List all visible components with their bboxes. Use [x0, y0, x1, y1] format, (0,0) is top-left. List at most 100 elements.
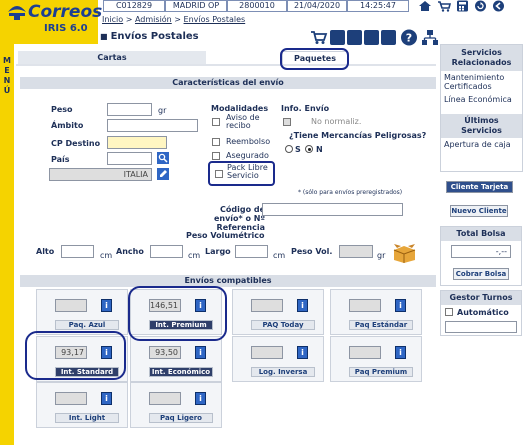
servicios-panel: Servicios Relacionados Mantenimiento Cer… [440, 44, 523, 172]
ancho-unit: cm [188, 251, 201, 260]
product-cell: i PAQ Today [232, 289, 324, 335]
product-button[interactable]: Paq. Azul [55, 320, 119, 330]
info-envio-title: Info. Envío [281, 104, 330, 113]
label-icon[interactable] [381, 30, 396, 45]
search-icon[interactable] [157, 152, 169, 164]
product-button[interactable]: Paq Ligero [149, 413, 213, 423]
page-title-text: Envíos Postales [110, 31, 199, 42]
search-document-icon[interactable] [364, 30, 379, 45]
home-icon[interactable] [418, 0, 432, 12]
collapse-icon[interactable]: ■ [100, 32, 108, 41]
info-icon[interactable]: i [297, 346, 308, 359]
product-button[interactable]: Log. Inversa [251, 367, 315, 377]
org-chart-icon[interactable] [421, 29, 439, 46]
product-cell: i Log. Inversa [232, 336, 324, 382]
info-icon[interactable]: i [395, 299, 406, 312]
brand-version: IRIS 6.0 [44, 23, 88, 34]
modalidades-title: Modalidades [211, 104, 269, 113]
link-mantenimiento[interactable]: Mantenimiento Certificados [441, 71, 522, 93]
annotation-ring [128, 286, 227, 341]
menu-letter: Ú [3, 86, 11, 95]
radio-no[interactable] [305, 145, 313, 153]
product-button[interactable]: Int. Económico [149, 367, 213, 377]
nuevo-cliente-button[interactable]: Nuevo Cliente [450, 205, 508, 217]
mercancias-question: ¿Tiene Mercancías Peligrosas? [289, 131, 427, 140]
radio-si-label: S [295, 145, 301, 154]
cart-add-icon[interactable] [310, 29, 328, 45]
tabs-divider [16, 64, 436, 66]
radio-si[interactable] [285, 145, 293, 153]
info-icon[interactable]: i [101, 299, 112, 312]
codigo-envio-input[interactable] [262, 203, 403, 216]
breadcrumb-inicio[interactable]: Inicio [102, 15, 123, 24]
current-date: 21/04/2020 [287, 0, 347, 12]
cart-icon[interactable] [437, 0, 451, 12]
no-normaliz-checkbox[interactable] [283, 118, 291, 126]
cliente-tarjeta-button[interactable]: Cliente Tarjeta [446, 181, 513, 193]
alto-input[interactable] [61, 245, 94, 258]
checklist-icon[interactable] [330, 30, 345, 45]
annotation-ring [208, 161, 275, 186]
info-icon[interactable]: i [195, 346, 206, 359]
reembolso-checkbox[interactable] [212, 138, 220, 146]
package-icon[interactable] [392, 242, 417, 264]
menu-letter: E [4, 66, 10, 75]
product-price [55, 299, 87, 312]
info-icon[interactable]: i [395, 346, 406, 359]
ultimos-title: Últimos Servicios [441, 114, 522, 138]
product-button[interactable]: Int. Light [55, 413, 119, 423]
annotation-ring [280, 48, 349, 70]
alto-unit: cm [100, 251, 113, 260]
info-icon[interactable]: i [101, 392, 112, 405]
svg-text:?: ? [406, 32, 412, 45]
back-icon[interactable] [492, 0, 505, 12]
info-icon[interactable]: i [297, 299, 308, 312]
largo-unit: cm [273, 251, 286, 260]
breadcrumb-admision[interactable]: Admisión [135, 15, 172, 24]
gestor-turnos-panel: Gestor Turnos Automático [440, 290, 522, 336]
ambito-label: Ámbito [51, 121, 84, 130]
edit-icon[interactable] [157, 168, 169, 180]
asegurado-checkbox[interactable] [212, 152, 220, 160]
pais-code-input[interactable] [107, 152, 152, 165]
info-icon[interactable]: i [195, 392, 206, 405]
product-button[interactable]: Paq Estándar [349, 320, 413, 330]
product-cell: i Paq Ligero [130, 382, 222, 428]
aviso-label: Aviso de recibo [226, 113, 260, 130]
codigo-envio-label: Código de envío* o Nº Referencia [213, 205, 265, 232]
cobrar-bolsa-button[interactable]: Cobrar Bolsa [453, 268, 509, 280]
turno-input[interactable] [445, 321, 517, 333]
product-button[interactable]: Paq Premium [349, 367, 413, 377]
largo-input[interactable] [235, 245, 268, 258]
ambito-select[interactable] [107, 119, 198, 132]
peso-label: Peso [51, 105, 73, 114]
link-apertura-caja[interactable]: Apertura de caja [441, 138, 522, 151]
product-button[interactable]: PAQ Today [251, 320, 315, 330]
help-icon[interactable]: ? [400, 29, 418, 46]
refresh-icon[interactable] [474, 0, 487, 12]
product-cell: i Int. Light [36, 382, 128, 428]
calculator-icon[interactable] [456, 0, 469, 12]
crown-icon [8, 6, 26, 20]
document-icon[interactable] [347, 30, 362, 45]
total-bolsa-panel: Total Bolsa -,-- Cobrar Bolsa [440, 226, 522, 286]
section-envios-compatibles: Envíos compatibles [20, 275, 436, 287]
menu-letter: N [3, 76, 11, 85]
peso-input[interactable] [107, 103, 152, 116]
no-normaliz-label: No normaliz. [311, 117, 362, 126]
tab-cartas[interactable]: Cartas [18, 51, 206, 65]
breadcrumb: Inicio > Admisión > Envíos Postales [102, 15, 245, 24]
gestor-turnos-title: Gestor Turnos [441, 291, 521, 305]
page-title: ■ Envíos Postales [100, 31, 199, 42]
product-price [149, 392, 181, 405]
link-linea-economica[interactable]: Línea Económica [441, 93, 522, 106]
ancho-input[interactable] [150, 245, 183, 258]
automatico-checkbox[interactable] [445, 308, 453, 316]
aviso-checkbox[interactable] [212, 118, 220, 126]
product-price [251, 299, 283, 312]
breadcrumb-sep: > [171, 15, 184, 24]
breadcrumb-envios[interactable]: Envíos Postales [184, 15, 246, 24]
side-menu-strip[interactable]: M E N Ú [0, 44, 14, 445]
brand-name: Correos [28, 2, 103, 22]
cp-destino-input[interactable] [107, 136, 167, 149]
